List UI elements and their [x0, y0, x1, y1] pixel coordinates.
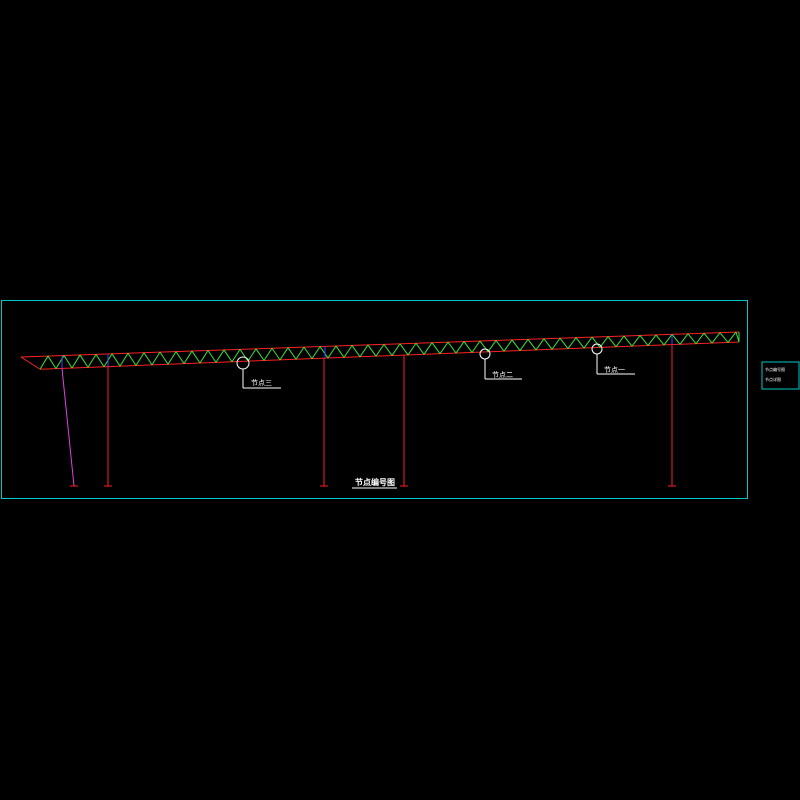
background [0, 0, 800, 800]
drawing-title: 节点编号图 [355, 477, 395, 487]
node-one-label: 节点一 [604, 366, 625, 374]
drawing-canvas: 节点三 节点二 节点一 节点编号图 节点编号图 节点详图 [0, 0, 800, 800]
node-three-label: 节点三 [251, 379, 272, 387]
node-two-label: 节点二 [492, 371, 513, 379]
legend-line-2: 节点详图 [765, 376, 781, 382]
legend-line-1: 节点编号图 [765, 366, 785, 372]
